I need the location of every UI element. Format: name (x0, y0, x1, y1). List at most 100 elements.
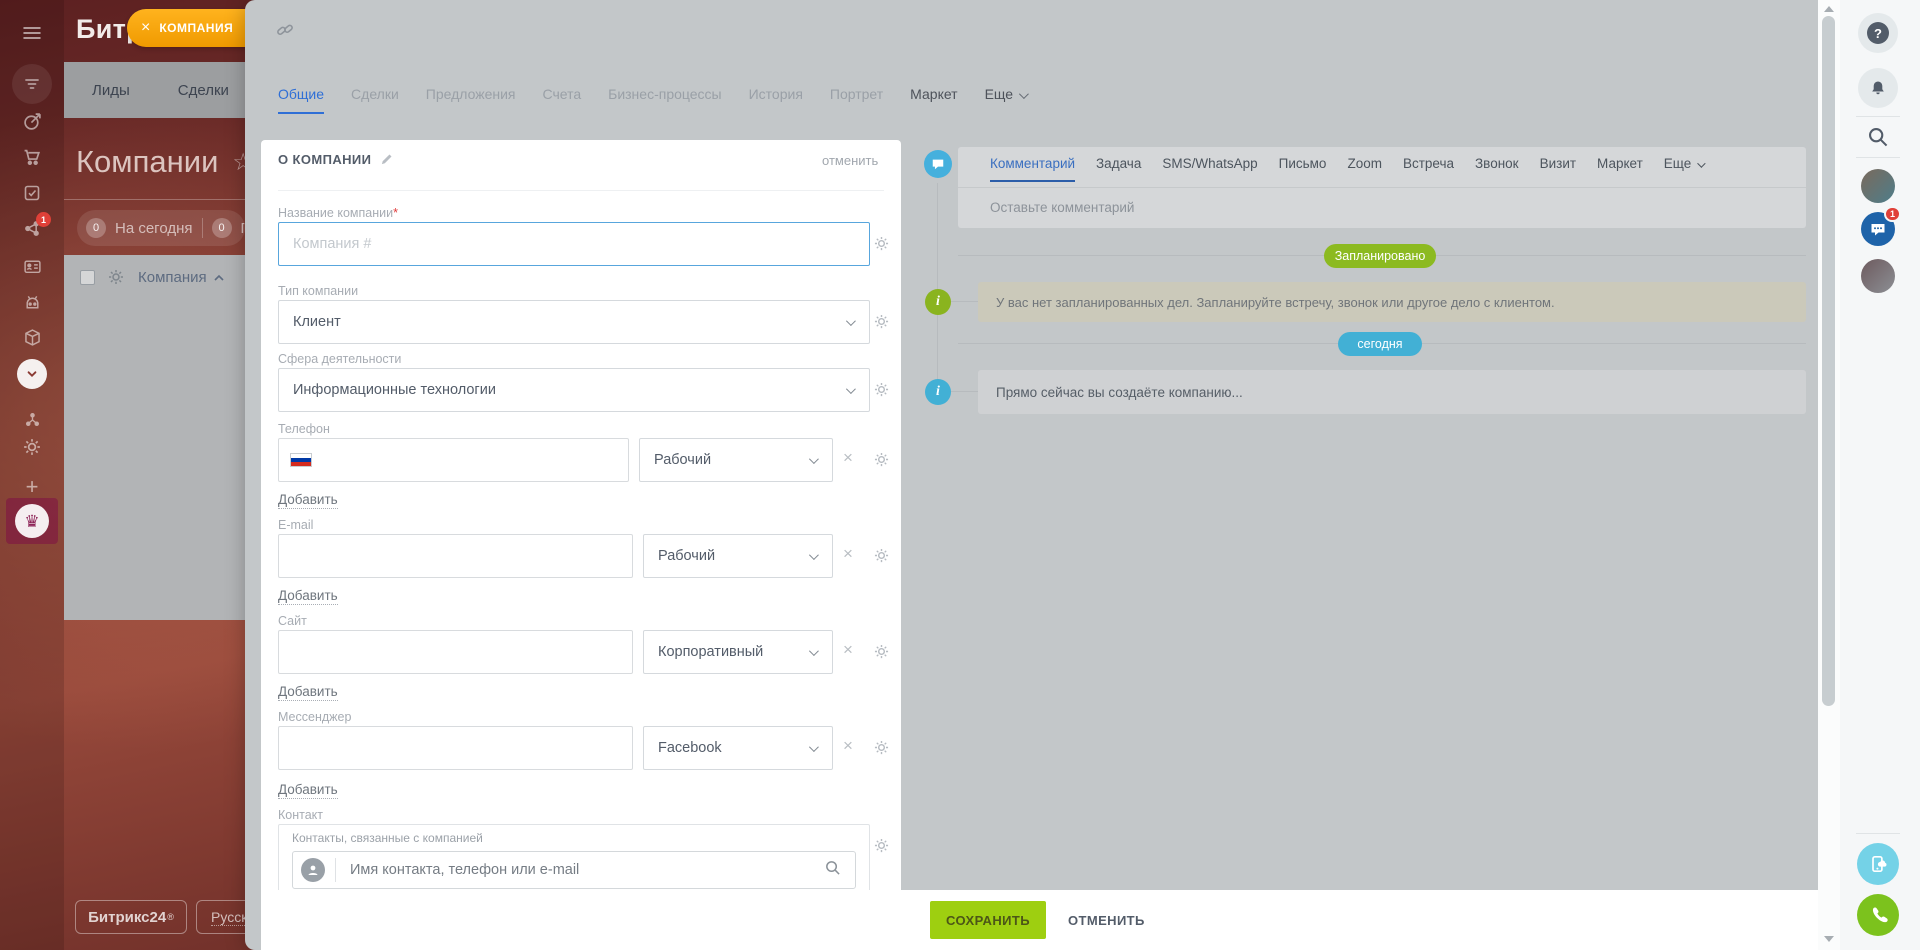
remove-icon[interactable]: × (843, 740, 853, 752)
tab-market[interactable]: Маркет (910, 86, 957, 112)
tab-leads[interactable]: Лиды (92, 82, 130, 99)
tab-market[interactable]: Маркет (1597, 156, 1643, 182)
contacts-card-icon[interactable] (0, 257, 64, 276)
avatar[interactable] (1861, 259, 1895, 293)
help-button[interactable]: ? (1858, 13, 1898, 53)
counter-value[interactable]: 0 (86, 218, 106, 238)
counter-value[interactable]: 0 (212, 218, 232, 238)
tab-call[interactable]: Звонок (1475, 156, 1519, 182)
tab-more[interactable]: Еще (985, 86, 1027, 112)
select-all-checkbox[interactable] (80, 270, 95, 285)
bitrix-brand-badge[interactable]: Битрикс24 ® (75, 900, 187, 934)
field-settings-gear-icon[interactable] (874, 548, 889, 568)
mobile-app-button[interactable] (1857, 843, 1899, 885)
planned-empty-card: У вас нет запланированных дел. Запланиру… (978, 282, 1806, 322)
remove-icon[interactable]: × (843, 644, 853, 656)
cube-icon[interactable] (0, 328, 64, 347)
filter-icon[interactable] (0, 64, 64, 104)
site-type-select[interactable]: Корпоративный (643, 630, 833, 674)
settings-gear-icon[interactable] (0, 438, 64, 456)
scroll-up-icon[interactable] (1824, 6, 1834, 12)
tab-general[interactable]: Общие (278, 86, 324, 114)
field-settings-gear-icon[interactable] (874, 314, 889, 334)
collapse-menu-icon[interactable] (0, 359, 64, 389)
network-icon[interactable] (0, 219, 64, 238)
tab-task[interactable]: Задача (1096, 156, 1141, 182)
chat-counter-badge: 1 (1884, 206, 1901, 222)
contact-search-box[interactable] (292, 851, 856, 889)
page-title: Компании (76, 144, 218, 180)
scrollbar-thumb[interactable] (1822, 16, 1835, 706)
notifications-button[interactable] (1858, 68, 1898, 108)
timeline-now-card: Прямо сейчас вы создаёте компанию... (978, 370, 1806, 414)
copy-link-icon[interactable] (276, 21, 294, 44)
scroll-down-icon[interactable] (1824, 936, 1834, 942)
tab-deals[interactable]: Сделки (178, 82, 229, 99)
structure-icon[interactable] (0, 411, 64, 428)
tab-meeting[interactable]: Встреча (1403, 156, 1454, 182)
add-phone-link[interactable]: Добавить (278, 492, 338, 509)
robot-icon[interactable] (0, 293, 64, 312)
column-header-company[interactable]: Компания (138, 269, 224, 286)
counter-label[interactable]: На сегодня (115, 220, 193, 237)
messenger-type-select[interactable]: Facebook (643, 726, 833, 770)
email-type-select[interactable]: Рабочий (643, 534, 833, 578)
add-messenger-link[interactable]: Добавить (278, 782, 338, 799)
crm-target-icon[interactable] (0, 112, 64, 131)
tab-more[interactable]: Еще (1664, 156, 1703, 182)
cancel-button[interactable]: ОТМЕНИТЬ (1056, 901, 1157, 939)
tab-letter[interactable]: Письмо (1279, 156, 1327, 182)
tasks-icon[interactable] (0, 184, 64, 202)
add-plus-icon[interactable]: + (0, 474, 64, 500)
edit-pencil-icon[interactable] (380, 153, 393, 166)
company-type-select[interactable]: Клиент (278, 300, 870, 344)
avatar[interactable] (1861, 169, 1895, 203)
shop-cart-icon[interactable] (0, 148, 64, 167)
sidebar-item-market-active[interactable]: ♛ (6, 498, 58, 544)
tab-history[interactable]: История (749, 86, 803, 112)
phone-handset-icon (1868, 905, 1888, 925)
field-settings-gear-icon[interactable] (874, 644, 889, 664)
email-input[interactable] (278, 534, 633, 578)
question-icon: ? (1867, 22, 1889, 44)
field-settings-gear-icon[interactable] (874, 236, 889, 256)
remove-icon[interactable]: × (843, 452, 853, 464)
search-icon[interactable] (824, 859, 841, 881)
comment-input[interactable]: Оставьте комментарий (990, 200, 1134, 215)
tab-bizproc[interactable]: Бизнес-процессы (608, 86, 721, 112)
site-input[interactable] (278, 630, 633, 674)
tab-deals[interactable]: Сделки (351, 86, 399, 112)
tab-sms-whatsapp[interactable]: SMS/WhatsApp (1162, 156, 1257, 182)
group-chat-icon (1869, 220, 1887, 238)
comment-bubble-icon (924, 150, 952, 178)
tab-comment[interactable]: Комментарий (990, 156, 1075, 182)
add-email-link[interactable]: Добавить (278, 588, 338, 605)
company-name-input[interactable] (278, 222, 870, 266)
industry-select[interactable]: Информационные технологии (278, 368, 870, 412)
russia-flag-icon[interactable] (290, 453, 312, 467)
grid-settings-gear-icon[interactable] (108, 269, 124, 290)
add-site-link[interactable]: Добавить (278, 684, 338, 701)
tab-quotes[interactable]: Предложения (426, 86, 516, 112)
save-button[interactable]: СОХРАНИТЬ (930, 901, 1046, 939)
field-settings-gear-icon[interactable] (874, 740, 889, 760)
search-button[interactable] (1867, 126, 1889, 148)
contact-search-input[interactable] (336, 862, 824, 878)
close-icon[interactable]: × (141, 19, 150, 37)
telephony-button[interactable] (1857, 894, 1899, 936)
bell-icon (1869, 79, 1887, 97)
field-settings-gear-icon[interactable] (874, 382, 889, 402)
phone-input[interactable] (278, 438, 629, 482)
cancel-edit-link[interactable]: отменить (822, 153, 878, 168)
remove-icon[interactable]: × (843, 548, 853, 560)
field-settings-gear-icon[interactable] (874, 452, 889, 472)
tab-zoom[interactable]: Zoom (1347, 156, 1382, 182)
tab-portrait[interactable]: Портрет (830, 86, 883, 112)
tab-invoices[interactable]: Счета (543, 86, 582, 112)
contact-group-label: Контакты, связанные с компанией (292, 831, 483, 845)
messenger-input[interactable] (278, 726, 633, 770)
tab-visit[interactable]: Визит (1540, 156, 1576, 182)
menu-icon[interactable] (0, 23, 64, 43)
phone-type-select[interactable]: Рабочий (639, 438, 833, 482)
field-settings-gear-icon[interactable] (874, 838, 889, 858)
